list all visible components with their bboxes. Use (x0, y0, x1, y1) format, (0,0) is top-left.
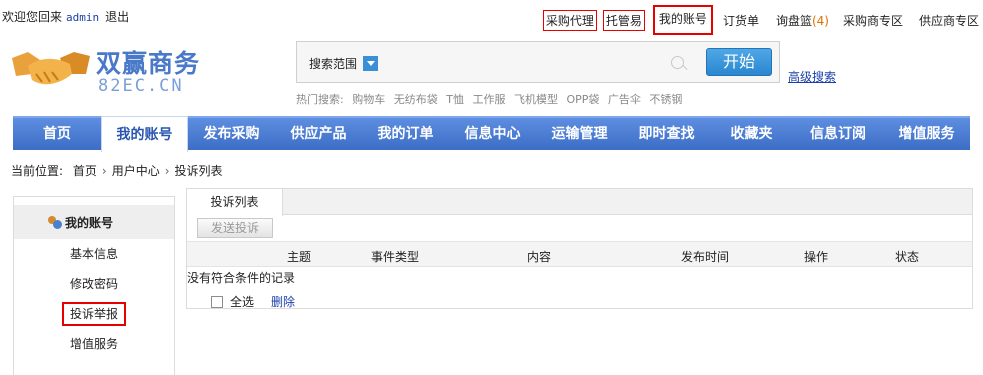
top-bar: 欢迎您回来 admin 退出 采购代理 托管易 我的账号 订货单 询盘篮(4) 采购… (0, 0, 983, 35)
search-button[interactable]: 开始 (706, 48, 772, 76)
top-link-buyer-zone[interactable]: 采购商专区 (843, 12, 903, 29)
delete-link[interactable]: 删除 (271, 293, 295, 310)
column-header-subject: 主题 (287, 250, 312, 264)
nav-post-purchase[interactable]: 发布采购 (188, 118, 275, 150)
chevron-down-icon[interactable] (363, 55, 379, 71)
nav-supply-products[interactable]: 供应产品 (275, 118, 362, 150)
send-complaint-button[interactable]: 发送投诉 (197, 218, 273, 238)
top-links: 采购代理 托管易 我的账号 订货单 询盘篮(4) 采购商专区 供应商专区 (532, 5, 979, 35)
inquiry-count-badge: (4) (811, 13, 829, 28)
top-link-my-account[interactable]: 我的账号 (652, 5, 713, 35)
table-header: 主题 事件类型 内容 发布时间 操作 状态 (187, 241, 972, 267)
sidebar-item-label: 投诉举报 (61, 302, 126, 326)
hot-search-term[interactable]: 无纺布袋 (394, 93, 438, 106)
sidebar: 我的账号 基本信息 修改密码 投诉举报 增值服务 (13, 196, 175, 375)
top-link-escrow[interactable]: 托管易 (602, 9, 645, 31)
hot-search-term[interactable]: 不锈钢 (649, 93, 682, 106)
sidebar-item-label: 基本信息 (69, 247, 118, 261)
breadcrumb-label: 当前位置: (11, 164, 64, 178)
tab-complaint-list[interactable]: 投诉列表 (187, 189, 283, 216)
top-link-supplier-zone[interactable]: 供应商专区 (919, 12, 979, 29)
breadcrumb-separator-icon: › (101, 164, 107, 178)
hot-searches: 热门搜索: 购物车 无纺布袋 T恤 工作服 飞机模型 OPP袋 广告伞 不锈钢 (296, 91, 687, 107)
empty-message: 没有符合条件的记录 (187, 271, 296, 285)
logo-en-text: 82EC.CN (98, 76, 184, 96)
nav-value-added[interactable]: 增值服务 (883, 118, 970, 150)
site-logo[interactable]: 双赢商务 82EC.CN (10, 40, 200, 100)
breadcrumb-item: 投诉列表 (174, 164, 223, 178)
search-icon (671, 56, 684, 69)
select-all-checkbox[interactable] (211, 295, 223, 308)
username: admin (66, 11, 100, 24)
nav-my-orders[interactable]: 我的订单 (362, 118, 449, 150)
sidebar-item-complaints[interactable]: 投诉举报 (14, 299, 174, 329)
inquiry-basket-label: 询盘篮 (775, 13, 812, 28)
nav-instant-search[interactable]: 即时查找 (623, 118, 710, 150)
sidebar-title: 我的账号 (65, 215, 114, 230)
welcome-area: 欢迎您回来 admin 退出 (2, 8, 129, 25)
column-header-status: 状态 (895, 250, 920, 264)
hot-search-term[interactable]: 工作服 (472, 93, 505, 106)
hot-search-term[interactable]: 购物车 (352, 93, 385, 106)
welcome-text: 欢迎您回来 (2, 10, 63, 24)
top-link-order-list[interactable]: 订货单 (723, 12, 759, 29)
column-header-content: 内容 (527, 250, 552, 264)
nav-favorites[interactable]: 收藏夹 (710, 118, 793, 150)
top-link-inquiry-basket[interactable]: 询盘篮(4) (776, 12, 829, 29)
hot-search-label: 热门搜索: (296, 93, 344, 106)
column-header-publish-time: 发布时间 (681, 250, 730, 264)
hot-search-term[interactable]: T恤 (446, 93, 464, 106)
sidebar-item-label: 增值服务 (69, 337, 118, 351)
sidebar-item-value-added[interactable]: 增值服务 (14, 329, 174, 359)
tab-bar: 投诉列表 (187, 189, 972, 216)
complaint-list-panel: 投诉列表 发送投诉 主题 事件类型 内容 发布时间 操作 状态 没有符合条件的记… (186, 188, 973, 309)
nav-transport[interactable]: 运输管理 (536, 118, 623, 150)
main-nav: 首页 我的账号 发布采购 供应产品 我的订单 信息中心 运输管理 即时查找 收藏… (13, 116, 970, 152)
search-scope-label: 搜索范围 (309, 56, 358, 71)
column-header-action: 操作 (804, 250, 829, 264)
sidebar-item-change-password[interactable]: 修改密码 (14, 269, 174, 299)
toolbar: 发送投诉 (187, 215, 972, 241)
sidebar-item-basic-info[interactable]: 基本信息 (14, 239, 174, 269)
breadcrumb-item[interactable]: 首页 (73, 164, 97, 178)
nav-info-center[interactable]: 信息中心 (449, 118, 536, 150)
breadcrumb-separator-icon: › (164, 164, 170, 178)
sidebar-header: 我的账号 (14, 205, 174, 239)
hot-search-term[interactable]: OPP袋 (566, 93, 599, 106)
handshake-icon (12, 52, 90, 85)
nav-my-account[interactable]: 我的账号 (101, 116, 188, 152)
hot-search-term[interactable]: 飞机模型 (514, 93, 558, 106)
select-all-label[interactable]: 全选 (230, 293, 254, 310)
sidebar-menu: 基本信息 修改密码 投诉举报 增值服务 (14, 239, 174, 359)
nav-subscriptions[interactable]: 信息订阅 (793, 118, 883, 150)
logo-cn-text: 双赢商务 (96, 49, 201, 78)
top-link-purchase-agent[interactable]: 采购代理 (542, 9, 597, 31)
search-input[interactable] (397, 50, 695, 76)
nav-home[interactable]: 首页 (13, 118, 101, 150)
logout-link[interactable]: 退出 (105, 10, 129, 24)
sidebar-item-label: 修改密码 (69, 277, 118, 291)
advanced-search-link[interactable]: 高级搜索 (788, 68, 836, 85)
search-box: 搜索范围 开始 (296, 41, 780, 83)
column-header-event-type: 事件类型 (371, 250, 420, 264)
table-footer: 全选 删除 (211, 293, 295, 310)
hot-search-term[interactable]: 广告伞 (608, 93, 641, 106)
users-icon (48, 215, 62, 229)
breadcrumb: 当前位置: 首页 › 用户中心 › 投诉列表 (11, 162, 223, 179)
breadcrumb-item[interactable]: 用户中心 (112, 164, 160, 178)
search-scope-select[interactable]: 搜索范围 (309, 51, 379, 75)
